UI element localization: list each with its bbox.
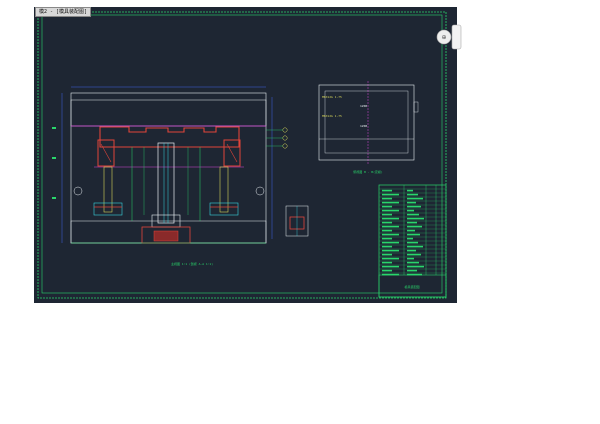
top-view-caption: 俯视图 B - B(定模) <box>353 169 383 174</box>
title-block-row-text <box>407 261 419 264</box>
callout-bubble-1 <box>282 127 288 133</box>
title-block-row-text <box>382 221 392 224</box>
title-block-row-text <box>382 257 399 260</box>
title-block-row-text <box>382 209 399 212</box>
guide-pillar-left <box>103 166 113 213</box>
locating-ring-inner <box>153 230 179 242</box>
title-block-row-text <box>382 233 399 236</box>
mold-upper-plate <box>70 99 267 127</box>
title-block-row-text <box>407 209 414 212</box>
callout-bubble-3 <box>282 143 288 149</box>
title-block-row-text <box>407 213 419 216</box>
title-block-row-text <box>382 245 392 248</box>
bolt-circle-left <box>73 186 83 196</box>
title-block-row-text <box>382 225 399 228</box>
title-block-row-text <box>407 241 418 244</box>
top-view-line-4: 1200 <box>360 124 367 128</box>
main-view-caption: 主视图 1:1 (剖视 A-A 1:1) <box>171 261 213 266</box>
detail-view <box>285 205 309 237</box>
title-block-row-text <box>382 261 392 264</box>
title-block-row-text <box>407 221 417 224</box>
title-block-row-text <box>407 217 424 220</box>
title-block-row-text <box>407 197 423 200</box>
callout-bubble-2 <box>282 135 288 141</box>
top-view-tab <box>413 101 419 113</box>
ejector-left <box>93 202 123 216</box>
title-block-row-text <box>382 241 399 244</box>
svg-text:⊕: ⊕ <box>441 34 446 41</box>
title-block-row-text <box>407 253 421 256</box>
title-block-row-text <box>382 265 399 268</box>
title-block-row-text <box>407 269 417 272</box>
title-block-row-text <box>407 265 424 268</box>
left-note-mark-1 <box>52 127 56 129</box>
title-block-row-text <box>407 193 418 196</box>
left-note-mark-2 <box>52 157 56 159</box>
ejector-right <box>209 202 239 216</box>
main-assembly-view: 主视图 1:1 (剖视 A-A 1:1) <box>52 86 288 266</box>
title-block-row-text <box>382 201 399 204</box>
title-block-row-text <box>407 245 423 248</box>
bolt-circle-right <box>255 186 265 196</box>
left-note-mark-3 <box>52 197 56 199</box>
view-cube-icon[interactable]: ⊕ <box>436 22 462 52</box>
title-block-row-text <box>382 237 392 240</box>
title-block-row-text <box>382 213 392 216</box>
title-block-row-text <box>407 249 416 252</box>
title-block-row-text <box>407 229 415 232</box>
title-block-row-text <box>382 269 392 272</box>
sprue-bushing <box>157 142 175 224</box>
title-block: 模具装配图 <box>378 184 447 298</box>
navigation-widget[interactable]: ⊕ <box>436 22 462 52</box>
top-view-inner <box>324 90 409 154</box>
mold-base-outline <box>70 92 267 244</box>
title-block-row-text <box>407 225 422 228</box>
title-block-row-text <box>407 205 421 208</box>
title-block-row-text <box>382 205 392 208</box>
title-block-row-text <box>407 257 414 260</box>
guide-pillar-right <box>219 166 229 213</box>
top-view-line-1: M6X12G 1-75 <box>322 95 342 99</box>
top-view-line-3: 1200 <box>360 104 367 108</box>
cavity-profile <box>99 126 240 148</box>
title-block-row-text <box>382 217 399 220</box>
title-block-row-text <box>407 233 420 236</box>
title-block-row-text <box>407 201 416 204</box>
title-block-caption: 模具装配图 <box>404 284 419 289</box>
title-block-row-text <box>382 253 392 256</box>
title-block-row-text <box>407 273 422 276</box>
top-view-line-2: M6X12G 1-75 <box>322 114 342 118</box>
title-block-row-text <box>382 249 399 252</box>
title-block-row-text <box>407 237 413 240</box>
title-block-row-text <box>407 189 413 192</box>
title-block-row-text <box>382 197 392 200</box>
top-view: M6X12G 1-75 M6X12G 1-75 1200 1200 俯视图 B … <box>318 81 419 174</box>
screen: 主视图 1:1 (剖视 A-A 1:1) M6X12G 1-75 M6X12G … <box>0 0 600 424</box>
cad-drawing-canvas: 主视图 1:1 (剖视 A-A 1:1) M6X12G 1-75 M6X12G … <box>37 11 447 299</box>
drawing-tab[interactable]: 模2 - [模具装配图] <box>35 7 92 17</box>
title-block-row-text <box>382 273 399 276</box>
title-block-row-text <box>382 189 392 192</box>
title-block-row-text <box>382 229 392 232</box>
title-block-row-text <box>382 193 399 196</box>
cad-drawing-viewport[interactable]: 主视图 1:1 (剖视 A-A 1:1) M6X12G 1-75 M6X12G … <box>34 7 457 303</box>
